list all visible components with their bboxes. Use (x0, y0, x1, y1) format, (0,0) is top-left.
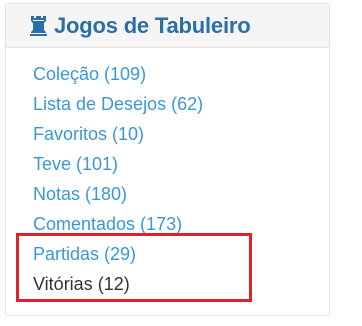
list-item-wishlist[interactable]: Lista de Desejos (62) (33, 89, 203, 119)
list-item-collection[interactable]: Coleção (109) (33, 59, 146, 89)
panel-header: Jogos de Tabuleiro (6, 4, 329, 48)
list-item-played[interactable]: Teve (101) (33, 149, 118, 179)
commented-link[interactable]: Comentados (173) (33, 214, 182, 234)
ratings-link[interactable]: Notas (180) (33, 184, 127, 204)
panel-title: Jogos de Tabuleiro (54, 13, 251, 38)
highlight-annotation-box (16, 233, 252, 302)
wishlist-link[interactable]: Lista de Desejos (62) (33, 94, 203, 114)
played-link[interactable]: Teve (101) (33, 154, 118, 174)
list-item-ratings[interactable]: Notas (180) (33, 179, 127, 209)
chess-rook-icon (30, 16, 47, 36)
favorites-link[interactable]: Favoritos (10) (33, 124, 144, 144)
collection-link[interactable]: Coleção (109) (33, 64, 146, 84)
list-item-favorites[interactable]: Favoritos (10) (33, 119, 144, 149)
